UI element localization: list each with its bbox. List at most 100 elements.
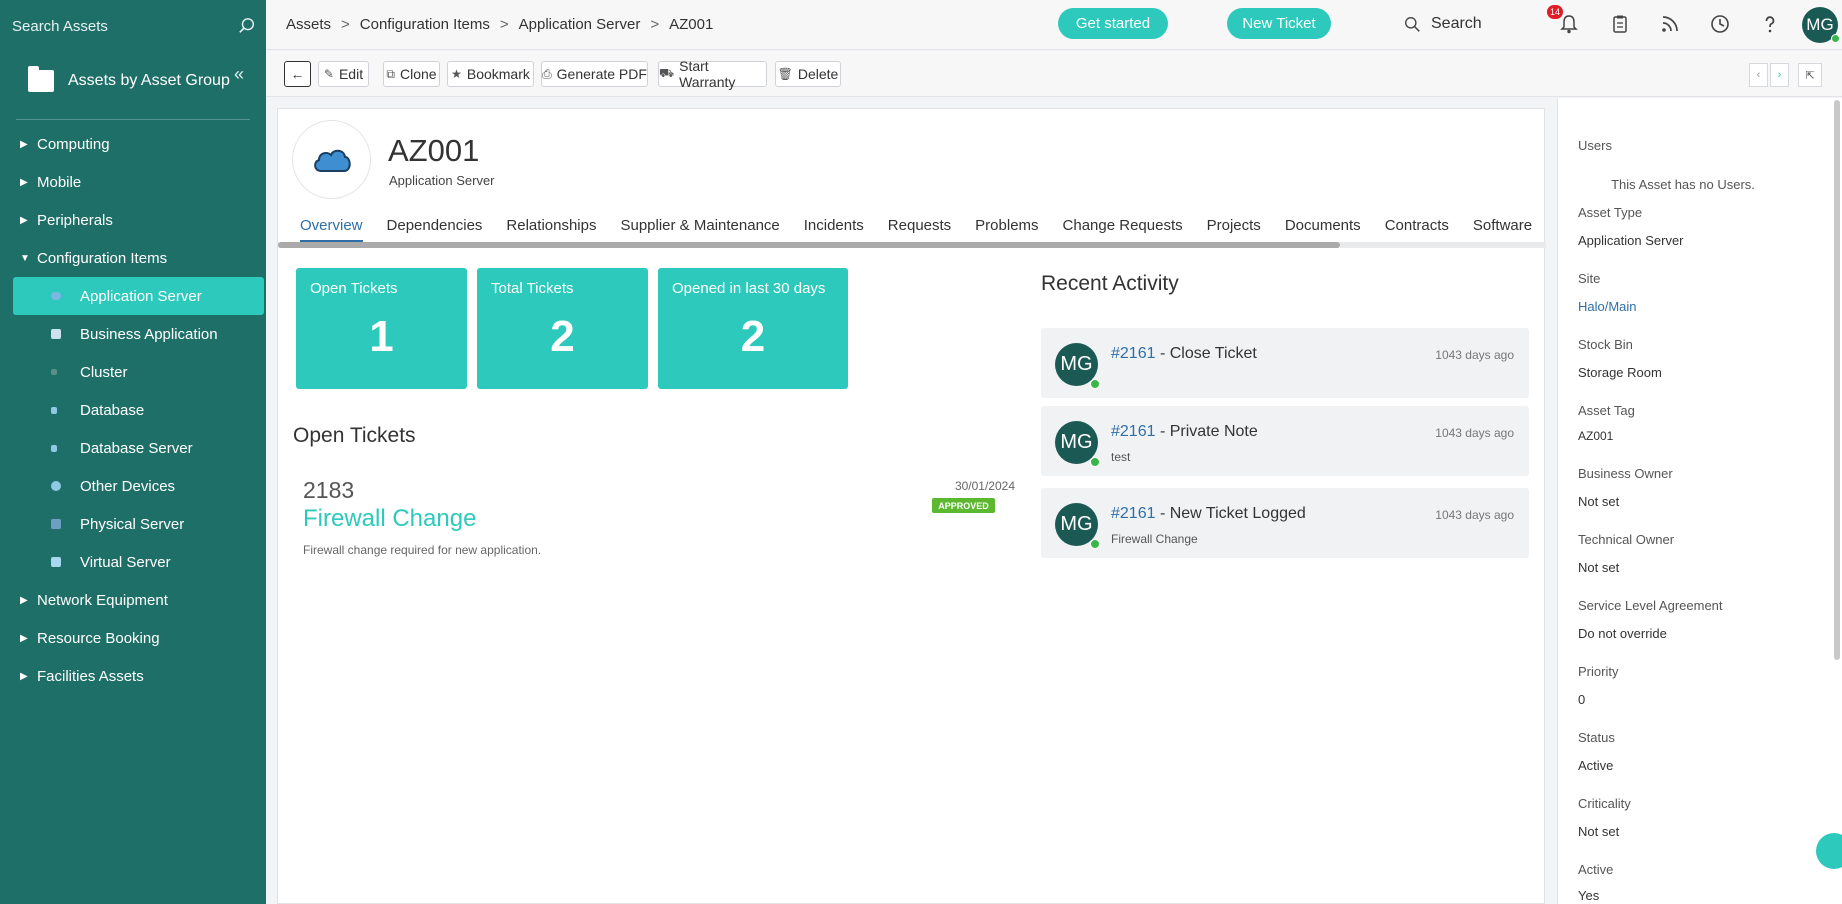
activity-note: test [1111,450,1131,464]
open-new-window-button[interactable]: ⇱ [1798,63,1822,87]
edit-label: Edit [338,66,364,82]
tab-change-requests[interactable]: Change Requests [1063,217,1183,242]
bookmark-button[interactable]: ★ Bookmark [447,61,534,87]
tree-item-other-devices[interactable]: Other Devices [13,467,264,505]
expand-icon[interactable]: ▶ [20,139,37,150]
ticket-link[interactable]: #2161 [1111,345,1156,362]
tab-overview[interactable]: Overview [300,217,363,242]
tab-projects[interactable]: Projects [1207,217,1261,242]
generate-pdf-button[interactable]: ⎙ Generate PDF [541,61,648,87]
scrollbar-thumb[interactable] [278,242,1340,248]
field-label-technical-owner: Technical Owner [1578,532,1675,547]
tab-contracts[interactable]: Contracts [1385,217,1449,242]
get-started-button[interactable]: Get started [1058,8,1168,39]
tree-item-label: Database [80,401,145,419]
toolbar: ← ✎ Edit ⧉ Clone ★ Bookmark ⎙ Generate PDF ⛟… [266,51,1842,97]
new-ticket-button[interactable]: New Ticket [1227,8,1331,39]
truck-icon: ⛟ [659,66,675,80]
generate-pdf-label: Generate PDF [556,66,647,82]
expand-icon[interactable]: ▶ [20,633,37,644]
tree-item-computing[interactable]: ▶ Computing [0,125,266,163]
field-value-site-link[interactable]: Halo/Main [1578,299,1637,314]
tab-relationships[interactable]: Relationships [506,217,596,242]
tab-software[interactable]: Software [1473,217,1532,242]
tab-requests[interactable]: Requests [888,217,951,242]
collapse-icon[interactable]: ▼ [20,253,37,264]
rss-icon[interactable] [1659,13,1681,35]
tree-item-configuration-items[interactable]: ▼ Configuration Items [0,239,266,277]
collapse-sidebar-icon[interactable]: « [234,64,244,85]
help-icon[interactable] [1759,13,1781,35]
search-icon[interactable] [238,17,256,35]
tree-item-business-application[interactable]: Business Application [13,315,264,353]
ticket-link[interactable]: #2161 [1111,505,1156,522]
details-scrollbar[interactable] [1834,100,1840,660]
tree-item-resource-booking[interactable]: ▶ Resource Booking [0,619,266,657]
breadcrumb-application-server[interactable]: Application Server [519,16,641,33]
tree-item-mobile[interactable]: ▶ Mobile [0,163,266,201]
expand-icon[interactable]: ▶ [20,595,37,606]
field-value-active: Yes [1578,888,1600,903]
tree-item-database[interactable]: Database [13,391,264,429]
activity-time: 1043 days ago [1435,426,1514,440]
folder-icon [28,66,54,92]
activity-item[interactable]: MG #2161 - New Ticket Logged Firewall Ch… [1041,488,1529,558]
asset-search-input[interactable]: Search Assets [12,18,108,35]
tree-item-label: Peripherals [37,211,113,229]
notification-count-badge: 14 [1547,5,1563,19]
external-link-icon[interactable]: ⇱ [1805,69,1814,82]
tab-incidents[interactable]: Incidents [804,217,864,242]
chevron-right-icon[interactable]: › [1778,69,1782,81]
tree-item-physical-server[interactable]: Physical Server [13,505,264,543]
expand-icon[interactable]: ▶ [20,177,37,188]
clipboard-icon[interactable] [1609,13,1631,35]
tree-item-network-equipment[interactable]: ▶ Network Equipment [0,581,266,619]
tree-item-label: Configuration Items [37,249,168,267]
tabs-scrollbar[interactable] [278,242,1546,248]
tab-supplier-maintenance[interactable]: Supplier & Maintenance [620,217,779,242]
tree-item-peripherals[interactable]: ▶ Peripherals [0,201,266,239]
edit-button[interactable]: ✎ Edit [318,61,369,87]
stat-open-tickets[interactable]: Open Tickets 1 [296,268,467,389]
global-search[interactable]: Search [1404,15,1482,33]
tree-item-label: Resource Booking [37,629,160,647]
stat-value: 2 [550,312,575,361]
clone-button[interactable]: ⧉ Clone [383,61,440,87]
clock-icon[interactable] [1709,13,1731,35]
stat-opened-last-30-days[interactable]: Opened in last 30 days 2 [658,268,848,389]
stat-total-tickets[interactable]: Total Tickets 2 [477,268,648,389]
tree-item-cluster[interactable]: Cluster [13,353,264,391]
tree-item-facilities-assets[interactable]: ▶ Facilities Assets [0,657,266,695]
tree-item-application-server[interactable]: Application Server [13,277,264,315]
tree-item-label: Mobile [37,173,82,191]
activity-item[interactable]: MG #2161 - Close Ticket 1043 days ago [1041,328,1529,398]
tree-item-label: Computing [37,135,110,153]
search-icon[interactable] [1404,16,1421,33]
breadcrumb-configuration-items[interactable]: Configuration Items [360,16,490,33]
next-record-button[interactable]: › [1770,63,1789,87]
tree-item-virtual-server[interactable]: Virtual Server [13,543,264,581]
expand-icon[interactable]: ▶ [20,215,37,226]
global-search-label[interactable]: Search [1431,15,1482,33]
previous-record-button[interactable]: ‹ [1749,63,1768,87]
asset-search[interactable]: Search Assets [12,14,256,38]
ticket-title-link[interactable]: Firewall Change [303,505,476,533]
tab-problems[interactable]: Problems [975,217,1038,242]
ticket-link[interactable]: #2161 [1111,423,1156,440]
tree-item-label: Business Application [80,325,218,343]
breadcrumb-assets[interactable]: Assets [286,16,331,33]
back-button[interactable]: ← [284,61,311,87]
cloud-icon [51,292,61,300]
tree-item-database-server[interactable]: Database Server [13,429,264,467]
start-warranty-button[interactable]: ⛟ Start Warranty [658,58,767,90]
arrow-left-icon[interactable]: ← [291,66,305,82]
online-status-dot [1090,379,1100,389]
tab-dependencies[interactable]: Dependencies [387,217,483,242]
delete-button[interactable]: 🗑 Delete [775,61,841,87]
virtual-server-icon [51,557,61,567]
tab-documents[interactable]: Documents [1285,217,1361,242]
field-label-priority: Priority [1578,664,1619,679]
expand-icon[interactable]: ▶ [20,671,37,682]
chevron-left-icon[interactable]: ‹ [1757,69,1761,81]
activity-item[interactable]: MG #2161 - Private Note test 1043 days a… [1041,406,1529,476]
